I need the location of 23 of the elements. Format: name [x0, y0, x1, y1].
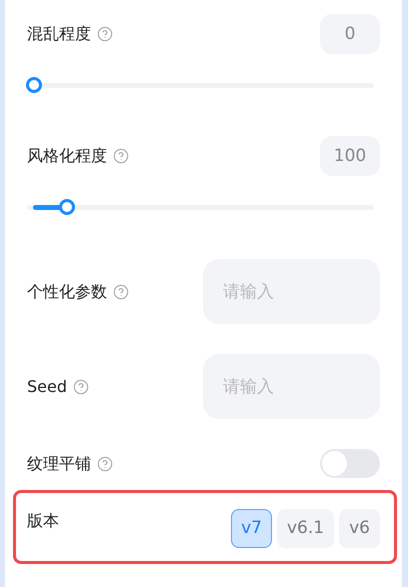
help-icon[interactable]	[113, 284, 129, 300]
version-option[interactable]: v7	[231, 509, 272, 548]
setting-label: 版本	[27, 510, 59, 532]
setting-label: 个性化参数	[27, 280, 107, 302]
help-icon[interactable]	[97, 456, 113, 472]
value-field[interactable]: 100	[320, 136, 380, 176]
setting-label: 混乱程度	[27, 23, 91, 45]
value-field[interactable]: 0	[320, 14, 380, 54]
setting-label: Seed	[27, 376, 67, 398]
help-icon[interactable]	[113, 148, 129, 164]
slider-track[interactable]	[27, 77, 374, 93]
version-option[interactable]: v6	[339, 509, 380, 548]
slider-thumb[interactable]	[26, 77, 42, 93]
slider-thumb[interactable]	[59, 199, 76, 215]
setting-label: 纹理平铺	[27, 452, 91, 474]
input-field[interactable]: 请输入	[203, 354, 380, 419]
help-icon[interactable]	[97, 26, 113, 42]
setting-label: 风格化程度	[27, 145, 107, 167]
toggle-switch[interactable]	[320, 449, 380, 478]
slider-track[interactable]	[27, 199, 374, 215]
help-icon[interactable]	[73, 378, 89, 394]
version-option[interactable]: v6.1	[277, 509, 334, 548]
input-field[interactable]: 请输入	[203, 259, 380, 324]
